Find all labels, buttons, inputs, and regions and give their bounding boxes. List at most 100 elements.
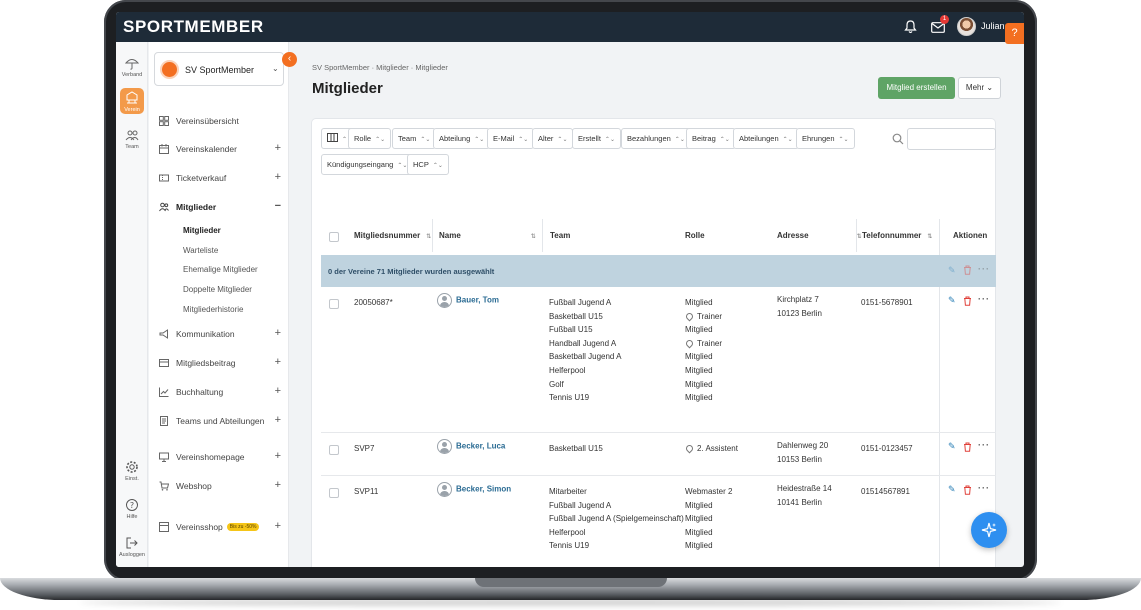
search-input[interactable] — [907, 128, 996, 150]
minus-icon[interactable]: − — [275, 200, 281, 212]
member-name-link[interactable]: Becker, Simon — [437, 482, 511, 497]
sort-icon: ⌃⌄ — [518, 137, 529, 143]
search-icon[interactable] — [892, 133, 904, 145]
member-name[interactable]: Bauer, Tom — [456, 296, 499, 305]
row-checkbox[interactable] — [329, 299, 339, 309]
nav-item-ticketverkauf[interactable]: Ticketverkauf + — [159, 170, 281, 186]
chip-team[interactable]: Team ⌃⌄ — [392, 128, 437, 149]
edit-icon[interactable]: ✎ — [948, 484, 956, 495]
chip-beitrag[interactable]: Beitrag ⌃⌄ — [686, 128, 736, 149]
member-name-link[interactable]: Bauer, Tom — [437, 293, 499, 308]
member-name[interactable]: Becker, Luca — [456, 442, 505, 451]
header-label: Adresse — [777, 231, 809, 240]
header-phone[interactable]: Telefonnummer ⇅ — [862, 231, 932, 240]
more-options-icon[interactable]: ··· — [978, 483, 990, 493]
plus-icon[interactable]: + — [275, 479, 281, 491]
nav-item-webshop[interactable]: Webshop + — [159, 478, 281, 494]
team-entry: Golf — [549, 379, 564, 389]
rail-item-team[interactable]: Team — [116, 128, 148, 150]
member-name-link[interactable]: Becker, Luca — [437, 439, 505, 454]
chevron-down-icon: ⌄ — [986, 83, 994, 92]
mail-icon[interactable]: 1 — [929, 15, 949, 36]
chip-abteilungen[interactable]: Abteilungen ⌃⌄ — [733, 128, 799, 149]
header-member-number[interactable]: Mitgliedsnummer ⇅ — [354, 231, 431, 240]
rail-item-help[interactable]: ? Hilfe — [116, 498, 148, 520]
team-entry: Helferpool — [549, 527, 586, 537]
header-team[interactable]: Team — [550, 231, 570, 240]
plus-icon[interactable]: + — [275, 450, 281, 462]
plus-icon[interactable]: + — [275, 327, 281, 339]
select-all-checkbox[interactable] — [329, 232, 339, 242]
create-member-button[interactable]: Mitglied erstellen — [878, 77, 955, 99]
location-pin-icon — [684, 311, 695, 322]
chip-ehrungen[interactable]: Ehrungen ⌃⌄ — [796, 128, 855, 149]
chip-bezahlungen[interactable]: Bezahlungen ⌃⌄ — [621, 128, 691, 149]
trash-icon[interactable] — [963, 442, 972, 454]
user-name[interactable]: Julian — [981, 21, 1005, 31]
subnav-item-ehemalige[interactable]: Ehemalige Mitglieder — [183, 265, 258, 274]
edit-icon[interactable]: ✎ — [948, 441, 956, 452]
user-avatar[interactable] — [957, 17, 976, 36]
rail-label: Verein — [124, 107, 140, 113]
chip-erstellt[interactable]: Erstellt ⌃⌄ — [572, 128, 621, 149]
chip-abteilung[interactable]: Abteilung ⌃⌄ — [433, 128, 491, 149]
collapse-sidebar-button[interactable]: ‹ — [282, 52, 297, 67]
chip-email[interactable]: E-Mail ⌃⌄ — [487, 128, 535, 149]
page-title: Mitglieder — [312, 80, 383, 97]
rail-item-verband[interactable]: Verband — [116, 56, 148, 78]
club-selector[interactable]: SV SportMember ⌄ — [154, 52, 284, 86]
nav-label: Buchhaltung — [176, 387, 224, 397]
subnav-item-doppelte[interactable]: Doppelte Mitglieder — [183, 285, 252, 294]
plus-icon[interactable]: + — [275, 171, 281, 183]
nav-item-vereinsshop[interactable]: Vereinsshop Bis zu -50% + — [159, 519, 281, 535]
nav-item-mitglieder[interactable]: Mitglieder − — [159, 199, 281, 215]
trash-icon[interactable] — [963, 265, 972, 277]
plus-icon[interactable]: + — [275, 414, 281, 426]
nav-item-mitgliedsbeitrag[interactable]: Mitgliedsbeitrag + — [159, 355, 281, 371]
trash-icon[interactable] — [963, 296, 972, 308]
chip-alter[interactable]: Alter ⌃⌄ — [532, 128, 574, 149]
nav-item-kommunikation[interactable]: Kommunikation + — [159, 326, 281, 342]
row-checkbox[interactable] — [329, 445, 339, 455]
chip-rolle[interactable]: Rolle ⌃⌄ — [348, 128, 392, 149]
nav-item-vereinshomepage[interactable]: Vereinshomepage + — [159, 449, 281, 465]
nav-item-teams-abteilungen[interactable]: Teams und Abteilungen + — [159, 413, 281, 429]
member-name[interactable]: Becker, Simon — [456, 485, 511, 494]
more-options-icon[interactable]: ··· — [978, 264, 990, 274]
app-logo[interactable]: SPORTMEMBER — [123, 17, 264, 37]
more-button[interactable]: Mehr ⌄ — [958, 77, 1001, 99]
chip-kuendigungseingang[interactable]: Kündigungseingang ⌃⌄ — [321, 154, 414, 175]
role-label: 2. Assistent — [697, 444, 738, 453]
row-checkbox[interactable] — [329, 488, 339, 498]
plus-icon[interactable]: + — [275, 385, 281, 397]
breadcrumb[interactable]: SV SportMember · Mitglieder · Mitglieder — [312, 63, 448, 72]
rail-item-verein[interactable]: Verein — [116, 88, 148, 114]
bell-icon[interactable] — [901, 18, 919, 36]
subnav-item-historie[interactable]: Mitgliederhistorie — [183, 305, 243, 314]
edit-icon[interactable]: ✎ — [948, 295, 956, 306]
header-role[interactable]: Rolle — [685, 231, 705, 240]
rail-item-settings[interactable]: Einst. — [116, 460, 148, 482]
help-tab-button[interactable]: ? — [1005, 23, 1024, 44]
more-options-icon[interactable]: ··· — [978, 294, 990, 304]
sort-icon: ⌃⌄ — [375, 137, 386, 143]
edit-icon[interactable]: ✎ — [948, 265, 956, 276]
nav-item-vereinskalender[interactable]: Vereinskalender + — [159, 141, 281, 157]
plus-icon[interactable]: + — [275, 356, 281, 368]
rail-item-logout[interactable]: Ausloggen — [116, 536, 148, 558]
more-options-icon[interactable]: ··· — [978, 440, 990, 450]
plus-icon[interactable]: + — [275, 520, 281, 532]
nav-item-vereinsuebersicht[interactable]: Vereinsübersicht — [159, 113, 281, 129]
column-divider — [432, 219, 433, 252]
sort-icon: ⇅ — [530, 234, 536, 240]
chip-hcp[interactable]: HCP ⌃⌄ — [407, 154, 449, 175]
plus-icon[interactable]: + — [275, 142, 281, 154]
header-address[interactable]: Adresse ⇅ — [777, 231, 862, 240]
nav-item-buchhaltung[interactable]: Buchhaltung + — [159, 384, 281, 400]
subnav-item-mitglieder[interactable]: Mitglieder — [183, 226, 221, 235]
sort-icon: ⌃⌄ — [420, 137, 431, 143]
subnav-item-warteliste[interactable]: Warteliste — [183, 246, 218, 255]
assistant-fab-button[interactable] — [971, 512, 1007, 548]
header-name[interactable]: Name ⇅ — [439, 231, 536, 240]
trash-icon[interactable] — [963, 485, 972, 497]
